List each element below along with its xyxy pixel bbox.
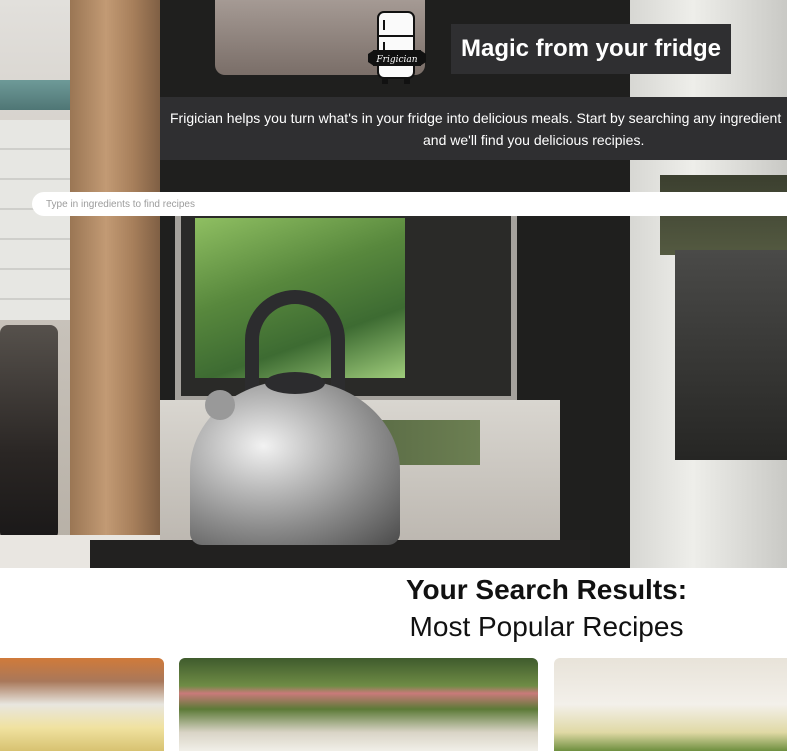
hero-section: Frigician Magic from your fridge Frigici… <box>0 0 787 568</box>
results-subtitle: Most Popular Recipes <box>409 611 684 642</box>
hero-background-wood-panel <box>70 0 160 568</box>
results-title: Your Search Results: <box>405 574 688 605</box>
recipe-card-1-image <box>0 658 164 751</box>
recipe-card-1[interactable] <box>0 658 164 751</box>
hero-background-tiles <box>0 120 70 320</box>
frigician-logo[interactable]: Frigician <box>368 10 426 88</box>
recipe-card-3-image <box>554 658 787 751</box>
hero-title: Magic from your fridge <box>451 24 732 74</box>
recipe-card-2-image <box>179 658 538 751</box>
recipe-card-2[interactable] <box>179 658 538 751</box>
tagline-line-1: Frigician helps you turn what's in your … <box>170 110 782 126</box>
hero-background-blender <box>0 325 58 540</box>
kettle-lid <box>265 372 325 394</box>
tagline: Frigician helps you turn what's in your … <box>160 97 787 160</box>
logo-text: Frigician <box>375 55 417 65</box>
recipe-card-3[interactable] <box>554 658 787 751</box>
kettle-spout <box>205 390 235 420</box>
results-heading: Your Search Results: Most Popular Recipe… <box>0 568 787 646</box>
ingredient-search-input[interactable] <box>32 192 787 216</box>
hero-background-fridge-dispenser <box>675 250 787 460</box>
tagline-line-2: and we'll find you delicious recipies. <box>423 132 645 148</box>
